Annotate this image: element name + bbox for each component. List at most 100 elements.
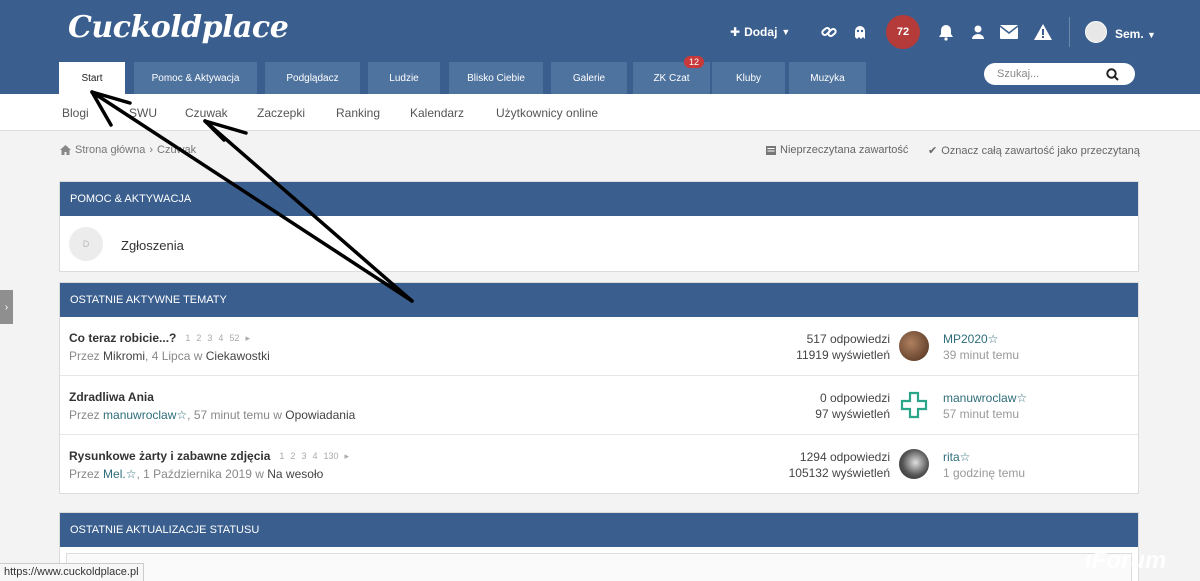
topic-date: 1 Października 2019: [143, 467, 252, 481]
author-link[interactable]: manuwroclaw☆: [103, 408, 187, 422]
topic-date: 57 minut temu: [193, 408, 270, 422]
tab-podgladacz[interactable]: Podglądacz: [265, 62, 360, 94]
topic-stats: 517 odpowiedzi 11919 wyświetleń: [796, 331, 890, 363]
user-name: Sem.: [1115, 27, 1144, 41]
checkmark-icon: ✔: [928, 145, 938, 157]
page-link[interactable]: 3: [300, 451, 307, 462]
topic-title: Zdradliwa Ania: [69, 390, 154, 404]
forum-link[interactable]: Na wesoło: [267, 467, 323, 481]
subnav-zaczepki[interactable]: Zaczepki: [257, 106, 305, 120]
page-link[interactable]: 3: [206, 333, 213, 344]
last-post-time: 57 minut temu: [943, 407, 1020, 421]
add-menu-button[interactable]: ✚ Dodaj ▼: [730, 25, 790, 39]
site-header: Cuckoldplace ✚ Dodaj ▼ 72 Sem. ▼ Start P…: [0, 0, 1200, 94]
ghost-icon[interactable]: [850, 22, 870, 42]
breadcrumb-home[interactable]: Strona główna: [75, 144, 145, 156]
forum-name[interactable]: Zgłoszenia: [121, 238, 184, 253]
last-poster-avatar[interactable]: [899, 331, 929, 361]
last-poster-link[interactable]: manuwroclaw☆: [943, 391, 1027, 405]
tab-blisko-ciebie[interactable]: Blisko Ciebie: [449, 62, 543, 94]
unread-icon: [766, 145, 776, 155]
chevron-right-icon: ›: [149, 144, 153, 156]
tab-muzyka[interactable]: Muzyka: [789, 62, 866, 94]
subnav-blogi[interactable]: Blogi: [62, 106, 89, 120]
breadcrumb: Strona główna › Czuwak: [60, 144, 196, 156]
page-link[interactable]: 130: [322, 451, 339, 462]
tab-start[interactable]: Start: [59, 62, 125, 94]
author-link[interactable]: Mel.☆: [103, 467, 136, 481]
mark-all-read-label: Oznacz całą zawartość jako przeczytaną: [941, 144, 1140, 157]
active-topics-panel: OSTATNIE AKTYWNE TEMATY Co teraz robicie…: [59, 282, 1139, 494]
subnav-uzytkownicy-online[interactable]: Użytkownicy online: [496, 106, 598, 120]
topic-title-link[interactable]: Zdradliwa Ania: [69, 390, 154, 404]
views-count: 11919 wyświetleń: [796, 348, 890, 362]
unread-content-link[interactable]: Nieprzeczytana zawartość: [766, 144, 908, 156]
page-link[interactable]: 4: [217, 333, 224, 344]
page-link[interactable]: 2: [289, 451, 296, 462]
medical-cross-icon: [900, 391, 928, 419]
sidebar-toggle-button[interactable]: ›: [0, 290, 13, 324]
views-count: 97 wyświetleń: [815, 407, 890, 421]
panel-header: POMOC & AKTYWACJA: [60, 182, 1138, 216]
tab-label: Kluby: [735, 72, 761, 84]
page-link[interactable]: 4: [311, 451, 318, 462]
chevron-right-icon: ›: [4, 301, 9, 313]
subnav-ranking[interactable]: Ranking: [336, 106, 380, 120]
tab-ludzie[interactable]: Ludzie: [368, 62, 440, 94]
page-link[interactable]: 1: [184, 333, 191, 344]
user-icon[interactable]: [968, 22, 988, 42]
status-input[interactable]: [66, 553, 1132, 581]
warning-icon[interactable]: [1033, 22, 1053, 42]
subnav-czuwak[interactable]: Czuwak: [185, 106, 228, 120]
forum-link[interactable]: Ciekawostki: [206, 349, 270, 363]
subnav-kalendarz[interactable]: Kalendarz: [410, 106, 464, 120]
tab-label: Blisko Ciebie: [467, 72, 525, 84]
subnav-swu[interactable]: SWU: [129, 106, 157, 120]
last-poster-avatar[interactable]: [899, 390, 929, 420]
chevron-right-icon[interactable]: ▸: [344, 451, 351, 462]
mark-all-read-link[interactable]: ✔ Oznacz całą zawartość jako przeczytaną: [928, 144, 1140, 158]
site-logo[interactable]: Cuckoldplace: [68, 10, 289, 45]
forum-icon: D: [69, 227, 103, 261]
page-link[interactable]: 1: [278, 451, 285, 462]
pagination: 1 2 3 4 130 ▸: [278, 451, 350, 462]
topic-title-link[interactable]: Rysunkowe żarty i zabawne zdjęcia 1 2 3 …: [69, 449, 350, 463]
user-avatar[interactable]: [1085, 21, 1107, 43]
link-icon[interactable]: [819, 22, 839, 42]
in-label: w: [273, 408, 282, 422]
tab-galerie[interactable]: Galerie: [551, 62, 627, 94]
tab-label: Pomoc & Aktywacja: [151, 72, 240, 84]
breadcrumb-current: Czuwak: [157, 144, 197, 156]
chevron-right-icon[interactable]: ▸: [244, 333, 251, 344]
tab-label: ZK Czat: [653, 72, 690, 84]
tab-kluby[interactable]: Kluby: [712, 62, 785, 94]
table-row: Co teraz robicie...? 1 2 3 4 52 ▸ Przez …: [60, 317, 1138, 376]
topic-title-link[interactable]: Co teraz robicie...? 1 2 3 4 52 ▸: [69, 331, 251, 345]
points-badge[interactable]: 72: [886, 15, 920, 49]
topic-stats: 0 odpowiedzi 97 wyświetleń: [815, 390, 890, 422]
last-poster-link[interactable]: MP2020☆: [943, 332, 998, 346]
status-updates-panel: OSTATNIE AKTUALIZACJE STATUSU: [59, 512, 1139, 581]
status-bar-url: https://www.cuckoldplace.pl: [0, 563, 144, 581]
author-link[interactable]: Mikromi: [103, 349, 145, 363]
user-menu-button[interactable]: Sem. ▼: [1115, 27, 1156, 41]
header-divider: [1069, 17, 1070, 47]
tab-zk-czat[interactable]: ZK Czat 12: [633, 56, 710, 94]
topic-meta: Przez Mikromi, 4 Lipca w Ciekawostki: [69, 349, 270, 363]
replies-count: 0 odpowiedzi: [819, 391, 890, 405]
envelope-icon[interactable]: [999, 22, 1019, 42]
page-link[interactable]: 52: [228, 333, 240, 344]
last-poster-avatar[interactable]: [899, 449, 929, 479]
forum-row[interactable]: D Zgłoszenia: [60, 216, 1138, 272]
tab-pomoc-aktywacja[interactable]: Pomoc & Aktywacja: [134, 62, 257, 94]
last-poster-link[interactable]: rita☆: [943, 450, 970, 464]
search-icon[interactable]: [1104, 66, 1120, 82]
plus-icon: ✚: [730, 25, 741, 39]
tab-label: Muzyka: [810, 72, 845, 84]
page-link[interactable]: 2: [195, 333, 202, 344]
tab-label: Ludzie: [389, 72, 419, 84]
forum-link[interactable]: Opowiadania: [285, 408, 355, 422]
by-label: Przez: [69, 349, 100, 363]
topic-stats: 1294 odpowiedzi 105132 wyświetleń: [789, 449, 890, 481]
bell-icon[interactable]: [936, 22, 956, 42]
